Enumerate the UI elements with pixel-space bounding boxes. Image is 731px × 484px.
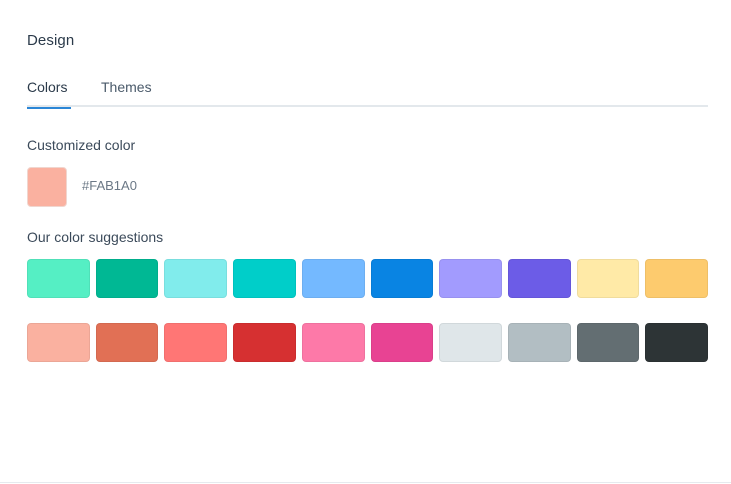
color-swatch[interactable] bbox=[27, 259, 90, 298]
customized-color-label: Customized color bbox=[27, 137, 136, 153]
color-swatch[interactable] bbox=[95, 259, 159, 298]
color-swatch[interactable] bbox=[164, 323, 228, 362]
color-suggestions-grid bbox=[27, 259, 709, 387]
color-swatch[interactable] bbox=[27, 323, 90, 362]
color-swatch[interactable] bbox=[645, 323, 709, 362]
tab-bar: Colors Themes bbox=[27, 77, 708, 109]
color-swatch[interactable] bbox=[370, 259, 434, 298]
panel-title: Design bbox=[27, 32, 75, 49]
color-swatch[interactable] bbox=[164, 259, 228, 298]
color-suggestions-label: Our color suggestions bbox=[27, 229, 164, 245]
color-swatch[interactable] bbox=[439, 323, 502, 362]
color-swatch[interactable] bbox=[507, 259, 571, 298]
tab-colors[interactable]: Colors bbox=[27, 79, 71, 109]
color-swatch[interactable] bbox=[301, 259, 365, 298]
color-swatch[interactable] bbox=[233, 323, 296, 362]
color-swatch[interactable] bbox=[233, 259, 296, 298]
color-swatch[interactable] bbox=[439, 259, 502, 298]
customized-color-hex: #FAB1A0 bbox=[82, 178, 137, 193]
color-swatch[interactable] bbox=[301, 323, 365, 362]
color-swatch[interactable] bbox=[576, 323, 640, 362]
color-swatch[interactable] bbox=[645, 259, 709, 298]
bottom-divider bbox=[0, 482, 731, 483]
swatch-row bbox=[27, 259, 709, 298]
customized-color-swatch[interactable] bbox=[27, 167, 67, 207]
tab-themes[interactable]: Themes bbox=[101, 79, 152, 107]
swatch-row bbox=[27, 323, 709, 362]
color-swatch[interactable] bbox=[370, 323, 434, 362]
color-swatch[interactable] bbox=[95, 323, 159, 362]
color-swatch[interactable] bbox=[507, 323, 571, 362]
color-swatch[interactable] bbox=[576, 259, 640, 298]
